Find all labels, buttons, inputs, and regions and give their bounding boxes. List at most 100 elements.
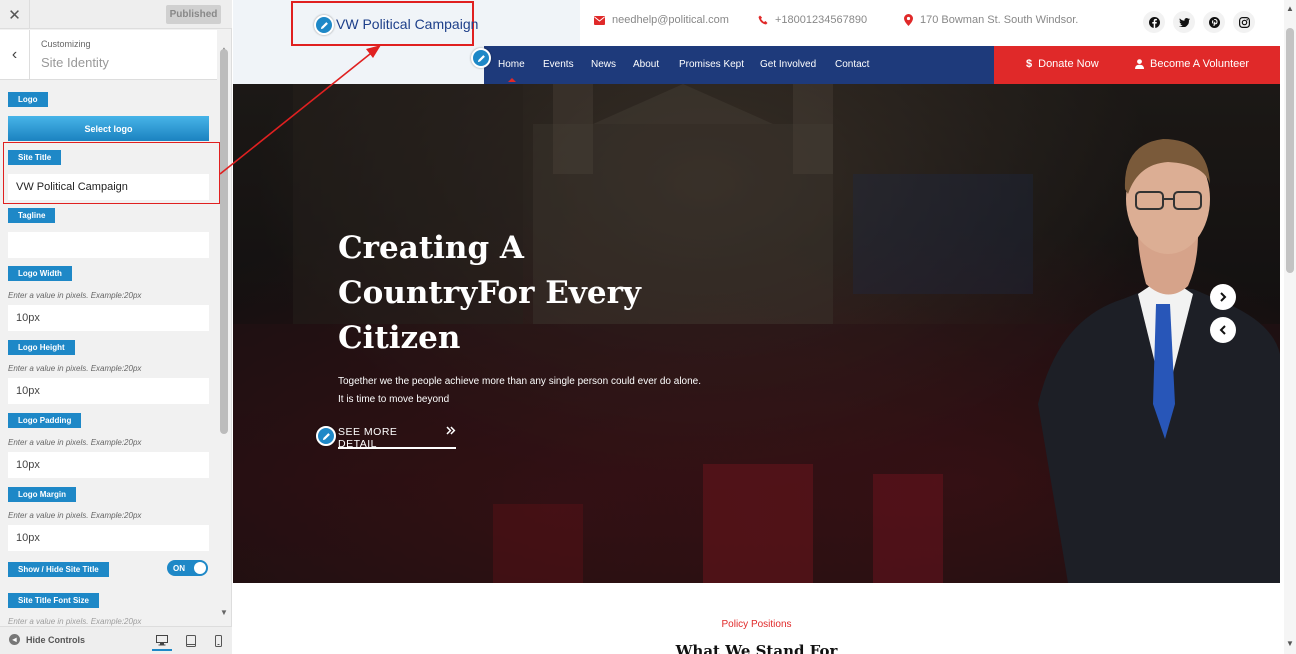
hero-description: Together we the people achieve more than… — [338, 376, 702, 405]
facebook-icon — [1148, 16, 1160, 28]
section-header: ‹ Customizing Site Identity — [0, 30, 217, 80]
see-more-detail-button[interactable]: SEE MORE DETAIL — [338, 426, 456, 450]
mobile-preview-button[interactable] — [208, 631, 228, 651]
see-more-detail-label: SEE MORE DETAIL — [338, 426, 398, 450]
contact-phone[interactable]: +18001234567890 — [758, 14, 867, 26]
nav-home[interactable]: Home — [498, 59, 525, 70]
preview-scrollbar[interactable]: ▲ ▼ — [1284, 0, 1296, 654]
nav-get-involved[interactable]: Get Involved — [760, 59, 816, 70]
close-icon: ✕ — [8, 6, 21, 24]
pencil-icon — [322, 432, 330, 440]
sidebar-scrollbar[interactable]: ▲ ▼ — [219, 45, 229, 620]
toggle-state-label: ON — [173, 563, 185, 573]
customizing-label: Customizing — [41, 39, 91, 49]
toggle-knob — [194, 562, 206, 574]
pinterest-link[interactable] — [1203, 11, 1225, 33]
slider-next-button[interactable] — [1210, 284, 1236, 310]
logo-height-label: Logo Height — [8, 340, 75, 355]
site-logo-title[interactable]: VW Political Campaign — [336, 16, 478, 32]
customizer-sidebar: ✕ Published ‹ Customizing Site Identity … — [0, 0, 232, 654]
dollar-icon: $ — [1026, 58, 1033, 70]
logo-padding-input[interactable] — [8, 452, 209, 478]
logo-height-input[interactable] — [8, 378, 209, 404]
nav-promises-kept[interactable]: Promises Kept — [679, 59, 744, 70]
main-nav: Home Events News About Promises Kept Get… — [484, 46, 994, 84]
sidebar-scroll-thumb[interactable] — [220, 49, 228, 434]
collapse-icon: ◂ — [9, 634, 20, 645]
desktop-preview-button[interactable] — [152, 631, 172, 651]
map-pin-icon — [904, 14, 913, 26]
cta-bar: $ Donate Now Become A Volunteer — [994, 46, 1280, 84]
chevron-left-icon: ‹ — [11, 46, 18, 63]
twitter-link[interactable] — [1173, 11, 1195, 33]
tagline-label: Tagline — [8, 208, 56, 223]
scroll-down-arrow-icon[interactable]: ▼ — [219, 608, 229, 618]
edit-menu-button[interactable] — [471, 48, 491, 68]
section-title: Site Identity — [41, 55, 109, 70]
twitter-icon — [1178, 17, 1190, 27]
user-icon — [1135, 59, 1144, 69]
back-button[interactable]: ‹ — [0, 30, 30, 80]
donate-now-label: Donate Now — [1038, 58, 1099, 70]
facebook-link[interactable] — [1143, 11, 1165, 33]
contact-bar: needhelp@political.com +18001234567890 1… — [580, 0, 1280, 46]
logo-margin-input[interactable] — [8, 525, 209, 551]
become-volunteer-button[interactable]: Become A Volunteer — [1135, 58, 1249, 70]
slider-prev-button[interactable] — [1210, 317, 1236, 343]
scroll-up-arrow-icon[interactable]: ▲ — [1284, 4, 1296, 13]
phone-icon — [758, 15, 768, 25]
donate-now-button[interactable]: $ Donate Now — [1026, 58, 1099, 70]
edit-logo-button[interactable] — [314, 15, 334, 35]
logo-label: Logo — [8, 92, 48, 107]
preview-scroll-thumb[interactable] — [1286, 28, 1294, 273]
instagram-icon — [1238, 16, 1250, 28]
double-chevron-right-icon — [446, 426, 456, 435]
envelope-icon — [594, 15, 605, 25]
logo-height-hint: Enter a value in pixels. Example:20px — [8, 364, 142, 373]
nav-active-indicator — [508, 78, 516, 82]
site-title-input[interactable] — [8, 174, 209, 200]
site-title-font-size-hint: Enter a value in pixels. Example:20px — [8, 617, 142, 626]
customizer-footer: ◂ Hide Controls — [0, 626, 232, 654]
contact-address[interactable]: 170 Bowman St. South Windsor. — [904, 14, 1078, 26]
logo-width-input[interactable] — [8, 305, 209, 331]
site-title-label: Site Title — [8, 150, 62, 165]
tagline-input[interactable] — [8, 232, 209, 258]
close-customizer-button[interactable]: ✕ — [0, 0, 30, 29]
policy-section-kicker: Policy Positions — [721, 619, 792, 630]
contact-address-text: 170 Bowman St. South Windsor. — [920, 14, 1079, 26]
published-button[interactable]: Published — [166, 5, 221, 24]
nav-events[interactable]: Events — [543, 59, 574, 70]
edit-slider-button[interactable] — [316, 426, 336, 446]
instagram-link[interactable] — [1233, 11, 1255, 33]
hide-controls-label: Hide Controls — [26, 634, 86, 645]
pencil-icon — [477, 54, 485, 62]
become-volunteer-label: Become A Volunteer — [1150, 58, 1250, 70]
show-hide-site-title-label: Show / Hide Site Title — [8, 562, 109, 577]
show-site-title-toggle[interactable]: ON — [167, 560, 208, 576]
tablet-preview-button[interactable] — [181, 631, 201, 651]
mobile-icon — [214, 635, 222, 647]
customizer-top-bar: ✕ Published — [0, 0, 232, 29]
select-logo-button[interactable]: Select logo — [8, 116, 209, 141]
logo-margin-hint: Enter a value in pixels. Example:20px — [8, 511, 142, 520]
scroll-down-arrow-icon[interactable]: ▼ — [1284, 639, 1296, 648]
logo-width-label: Logo Width — [8, 266, 72, 281]
hero-slider: Creating A CountryFor Every Citizen Toge… — [233, 84, 1280, 583]
nav-news[interactable]: News — [591, 59, 616, 70]
hide-controls-button[interactable]: ◂ Hide Controls — [9, 634, 85, 645]
site-title-font-size-label: Site Title Font Size — [8, 593, 99, 608]
contact-phone-text: +18001234567890 — [775, 14, 868, 26]
contact-email[interactable]: needhelp@political.com — [594, 14, 729, 26]
desktop-icon — [156, 634, 168, 645]
pinterest-icon — [1208, 16, 1220, 28]
contact-email-text: needhelp@political.com — [612, 14, 729, 26]
nav-about[interactable]: About — [633, 59, 659, 70]
tablet-icon — [186, 635, 196, 647]
pencil-icon — [320, 21, 328, 29]
logo-width-hint: Enter a value in pixels. Example:20px — [8, 291, 142, 300]
policy-section-title: What We Stand For — [675, 642, 838, 654]
logo-margin-label: Logo Margin — [8, 487, 76, 502]
nav-contact[interactable]: Contact — [835, 59, 869, 70]
site-preview: VW Political Campaign needhelp@political… — [233, 0, 1296, 654]
